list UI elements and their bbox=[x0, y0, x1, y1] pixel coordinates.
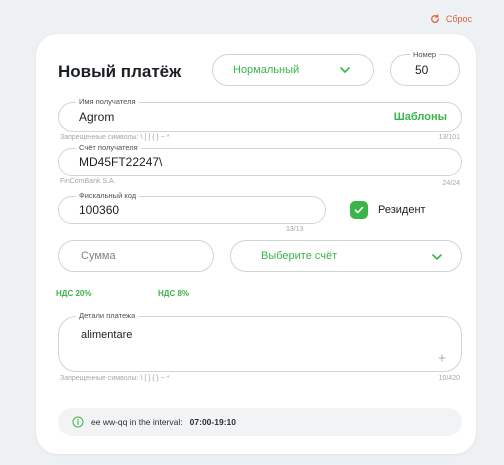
templates-button[interactable]: Шаблоны bbox=[394, 111, 447, 123]
number-value: 50 bbox=[415, 63, 429, 77]
account-input[interactable]: MD45FT22247\ bbox=[58, 148, 462, 176]
fiscal-counter: 13/13 bbox=[286, 226, 304, 233]
fiscal-code-label: Фискальный код bbox=[76, 191, 140, 200]
check-icon bbox=[354, 206, 364, 214]
payment-details-label: Детали платежа bbox=[76, 311, 139, 320]
chevron-down-icon bbox=[340, 67, 350, 73]
fiscal-code-input[interactable]: 100360 bbox=[58, 196, 326, 224]
account-label: Счёт получателя bbox=[76, 143, 141, 152]
payment-details-value: alimentare bbox=[81, 329, 133, 341]
fiscal-code-value: 100360 bbox=[79, 203, 120, 217]
reset-label: Сброс bbox=[445, 14, 472, 24]
page: Сброс Новый платёж Нормальный 50 Номер A… bbox=[0, 0, 504, 465]
recipient-counter: 13/101 bbox=[438, 134, 460, 141]
vat-20-button[interactable]: НДС 20% bbox=[56, 289, 92, 298]
chevron-down-icon bbox=[432, 254, 442, 260]
info-banner: ee ww-qq in the interval: 07:00-19:10 bbox=[58, 408, 462, 436]
source-account-value: Выберите счёт bbox=[261, 250, 338, 262]
recipient-name-value: Agrom bbox=[79, 110, 115, 124]
account-counter: 24/24 bbox=[442, 180, 460, 187]
amount-input[interactable]: Сумма bbox=[58, 240, 214, 272]
reset-button[interactable]: Сброс bbox=[430, 14, 472, 24]
info-text: ee ww-qq in the interval: bbox=[91, 417, 183, 427]
payment-card: Новый платёж Нормальный 50 Номер Agrom Ш… bbox=[36, 34, 476, 454]
resident-label: Резидент bbox=[378, 204, 426, 216]
recipient-name-label: Имя получателя bbox=[76, 97, 139, 106]
priority-value: Нормальный bbox=[233, 64, 300, 76]
payment-details-textarea[interactable]: alimentare bbox=[58, 316, 462, 372]
refresh-icon bbox=[430, 14, 439, 23]
number-label: Номер bbox=[410, 50, 440, 59]
recipient-hint: Запрещенные символы: \ [ ] { } ~ * bbox=[60, 134, 170, 141]
page-title: Новый платёж bbox=[58, 62, 182, 81]
info-icon bbox=[72, 416, 84, 428]
details-hint: Запрещенные символы: \ [ ] { } ~ * bbox=[60, 375, 170, 382]
info-time: 07:00-19:10 bbox=[189, 417, 236, 427]
resize-handle-icon[interactable] bbox=[437, 353, 447, 363]
account-value: MD45FT22247\ bbox=[79, 155, 163, 169]
recipient-name-input[interactable]: Agrom Шаблоны bbox=[58, 102, 462, 132]
bank-hint: FinComBank S.A. bbox=[60, 178, 116, 185]
amount-placeholder: Сумма bbox=[81, 250, 116, 262]
priority-select[interactable]: Нормальный bbox=[212, 54, 374, 86]
source-account-select[interactable]: Выберите счёт bbox=[230, 240, 462, 272]
details-counter: 10/420 bbox=[438, 375, 460, 382]
resident-checkbox[interactable] bbox=[350, 201, 368, 219]
vat-8-button[interactable]: НДС 8% bbox=[158, 289, 189, 298]
